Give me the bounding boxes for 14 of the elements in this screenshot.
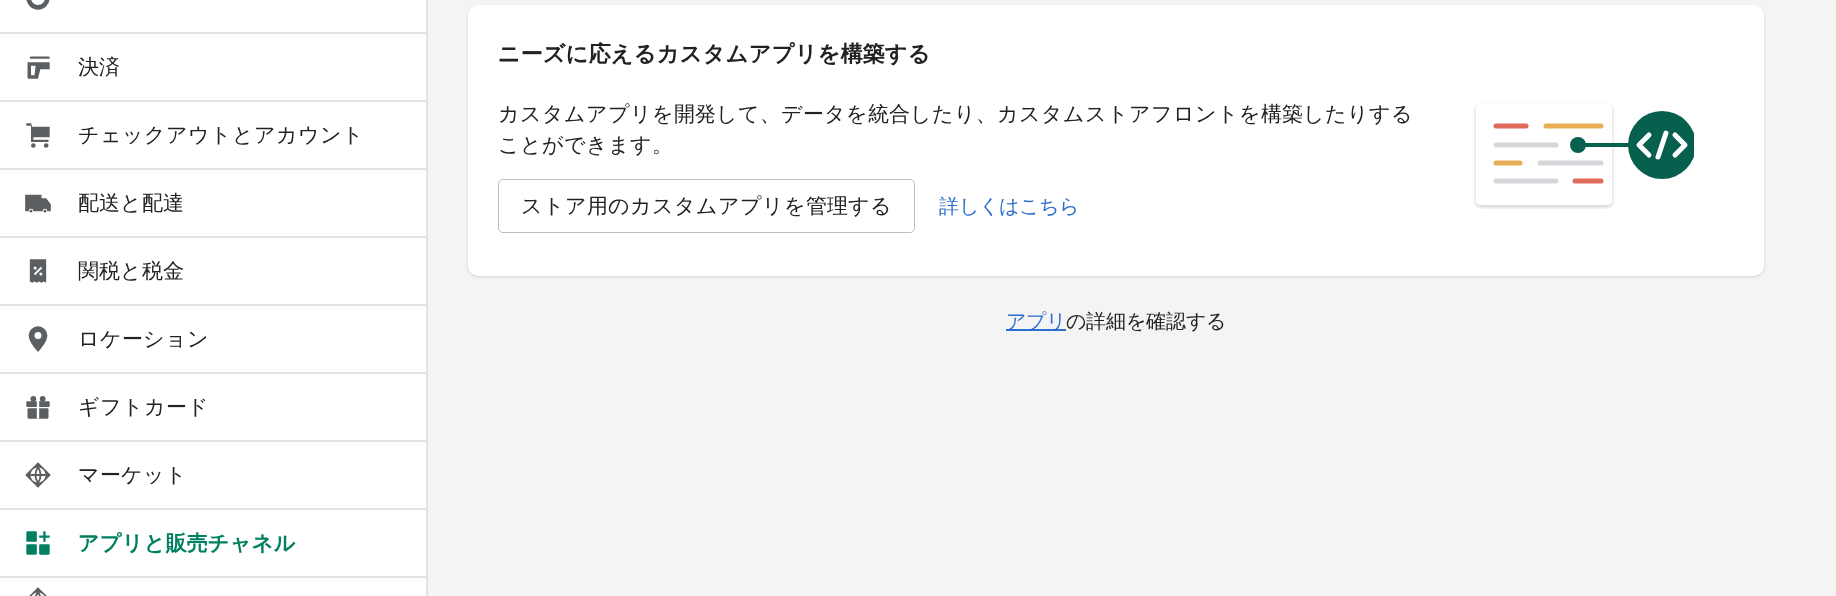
sidebar-item[interactable]: チェックアウトとアカウント <box>0 102 426 170</box>
sidebar-item[interactable]: ギフトカード <box>0 374 426 442</box>
sidebar-item[interactable]: 配送と配達 <box>0 170 426 238</box>
sidebar-item[interactable]: 関税と税金 <box>0 238 426 306</box>
apps-info-text: アプリ の詳細を確認する <box>1005 308 1227 335</box>
sidebar-item[interactable]: マーケット <box>0 442 426 510</box>
apps-link[interactable]: アプリ <box>1006 309 1066 333</box>
card-title: ニーズに応えるカスタムアプリを構築する <box>498 40 932 68</box>
sidebar-item[interactable]: 決済 <box>0 34 426 102</box>
card-description: カスタムアプリを開発して、データを統合したり、カスタムストアフロントを構築したりすることができます。 <box>498 101 1413 159</box>
sidebar-item[interactable]: ロケーション <box>0 306 426 374</box>
learn-more-link[interactable]: 詳しくはこちら <box>939 192 1079 220</box>
manage-apps-button[interactable]: ストア用のカスタムアプリを管理する <box>498 179 915 233</box>
sidebar-item[interactable]: アプリと販売チャネル <box>0 510 426 578</box>
